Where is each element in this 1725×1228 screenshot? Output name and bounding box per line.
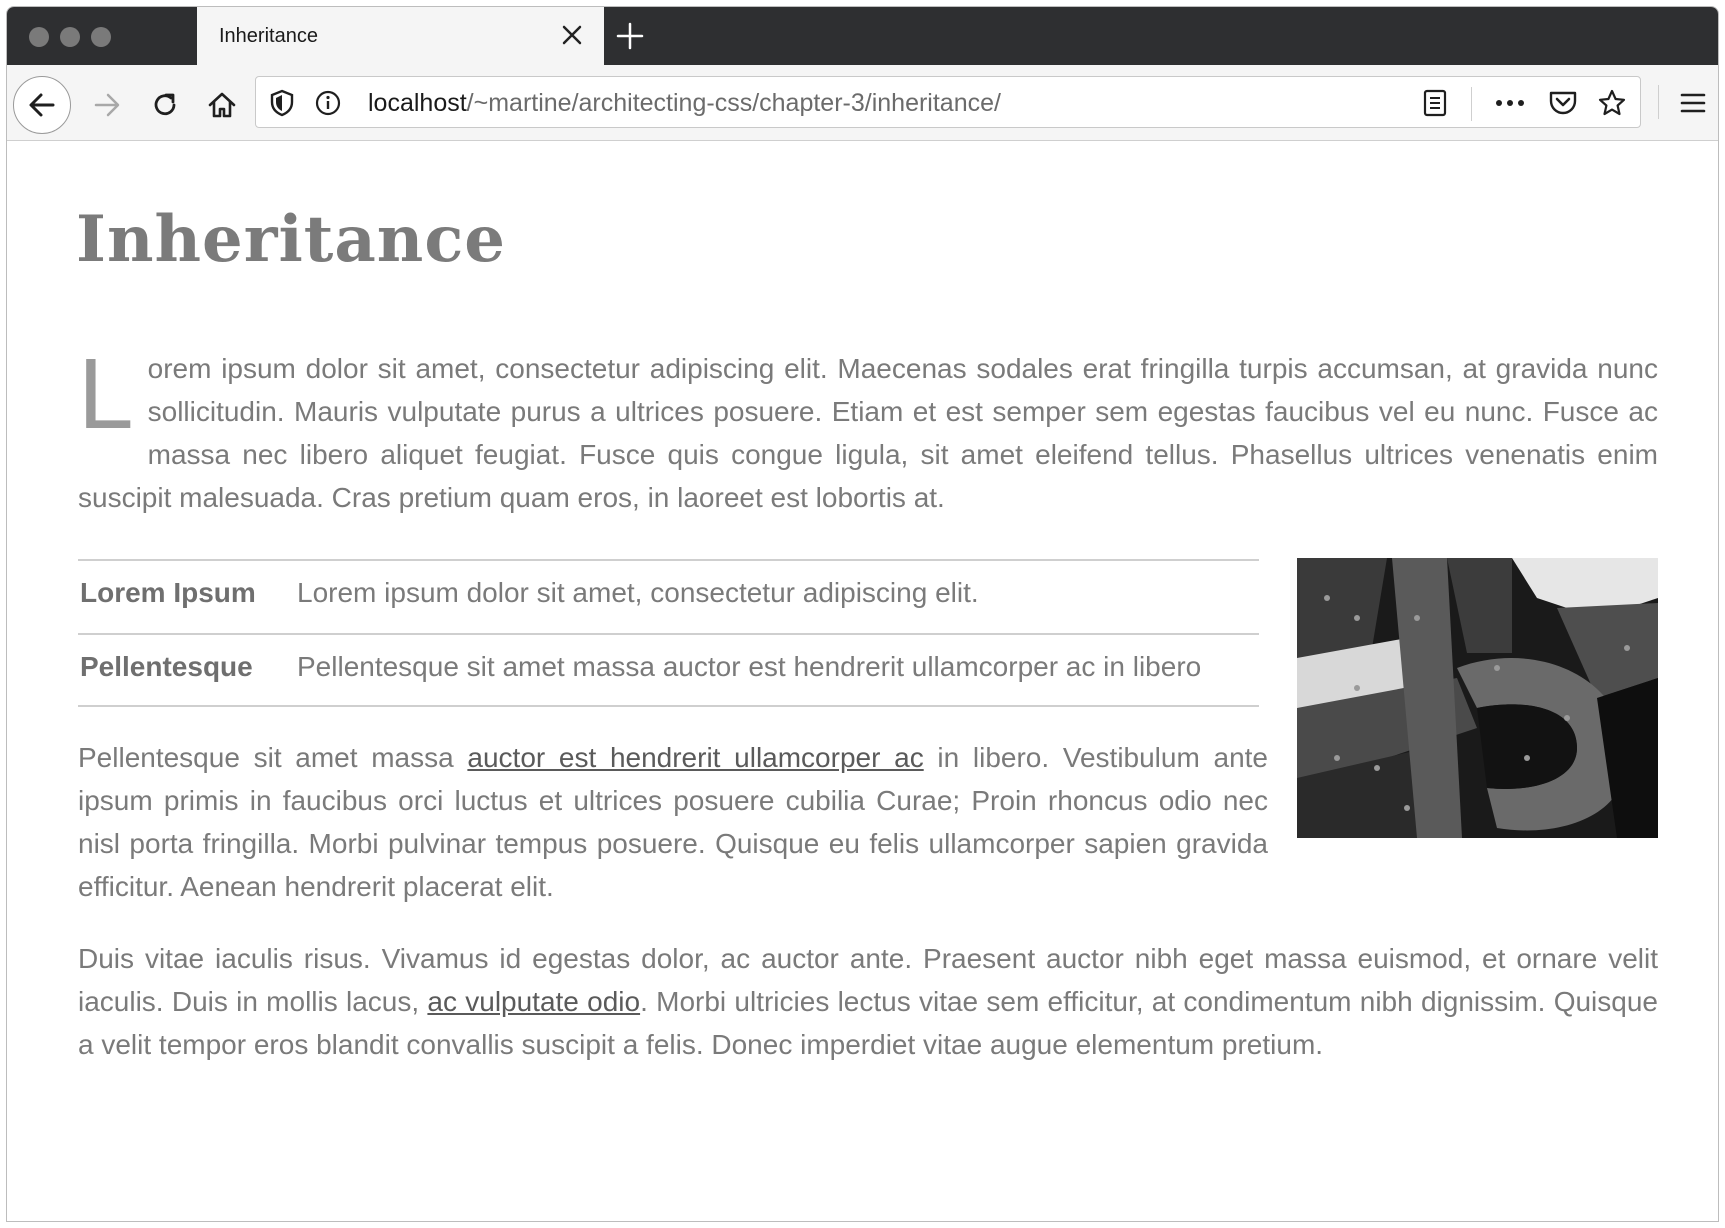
tab-title: Inheritance [219,25,318,47]
forward-button[interactable] [89,87,125,123]
close-tab-icon[interactable] [558,21,586,49]
url-path: /~martine/architecting-css/chapter-3/inh… [466,89,1001,117]
page-title: Inheritance [76,202,506,277]
navigation-bar: localhost/~martine/architecting-css/chap… [7,65,1718,141]
arrow-right-icon [94,93,120,117]
body-paragraph: Pellentesque sit amet massa auctor est h… [78,736,1268,908]
url-text[interactable]: localhost/~martine/architecting-css/chap… [368,89,1001,118]
body-paragraph: Duis vitae iaculis risus. Vivamus id ege… [78,937,1658,1066]
bookmark-star-icon[interactable] [1595,87,1629,119]
close-window-button[interactable] [29,27,49,47]
url-bar-separator [1471,87,1472,121]
inline-link[interactable]: ac vulputate odio [427,986,640,1017]
reload-icon [154,93,176,116]
url-bar[interactable]: localhost/~martine/architecting-css/chap… [255,76,1641,128]
toolbar-separator [1658,85,1659,119]
hamburger-menu-icon [1680,93,1706,113]
zoom-window-button[interactable] [91,27,111,47]
new-tab-icon[interactable] [615,21,645,51]
tab-inheritance[interactable]: Inheritance [197,7,604,65]
definition-term: Pellentesque [80,651,253,682]
site-info-icon[interactable] [312,87,344,119]
inline-link[interactable]: auctor est hendrerit ullamcorper ac [467,742,923,773]
browser-window: Inheritance localhost/~martine/architect… [6,6,1719,1222]
number-sculpture-image [1297,558,1658,838]
tab-strip: Inheritance [7,7,1718,65]
page-actions-icon[interactable] [1492,87,1528,119]
tracking-shield-icon[interactable] [266,87,298,119]
arrow-left-icon [29,93,55,117]
intro-paragraph: Lorem ipsum dolor sit amet, consectetur … [78,338,1658,519]
drop-cap: L [78,338,134,450]
page-content: Inheritance Lorem ipsum dolor sit amet, … [7,142,1718,1221]
url-host: localhost [368,89,467,117]
definition-term: Lorem Ipsum [80,577,256,608]
pocket-icon[interactable] [1546,87,1580,119]
definition-row: Pellentesque Pellentesque sit amet massa… [78,633,1259,707]
home-icon [208,92,236,118]
definition-description: Pellentesque sit amet massa auctor est h… [297,651,1202,682]
intro-text: orem ipsum dolor sit amet, consectetur a… [78,353,1658,513]
definition-list: Lorem Ipsum Lorem ipsum dolor sit amet, … [78,559,1259,707]
definition-row: Lorem Ipsum Lorem ipsum dolor sit amet, … [78,559,1259,633]
minimize-window-button[interactable] [60,27,80,47]
definition-description: Lorem ipsum dolor sit amet, consectetur … [297,577,979,608]
home-button[interactable] [204,87,240,123]
reader-view-icon[interactable] [1419,87,1451,119]
reload-button[interactable] [147,87,183,123]
paragraph-text: Pellentesque sit amet massa [78,742,468,773]
back-button[interactable] [13,76,71,134]
menu-button[interactable] [1675,85,1711,121]
